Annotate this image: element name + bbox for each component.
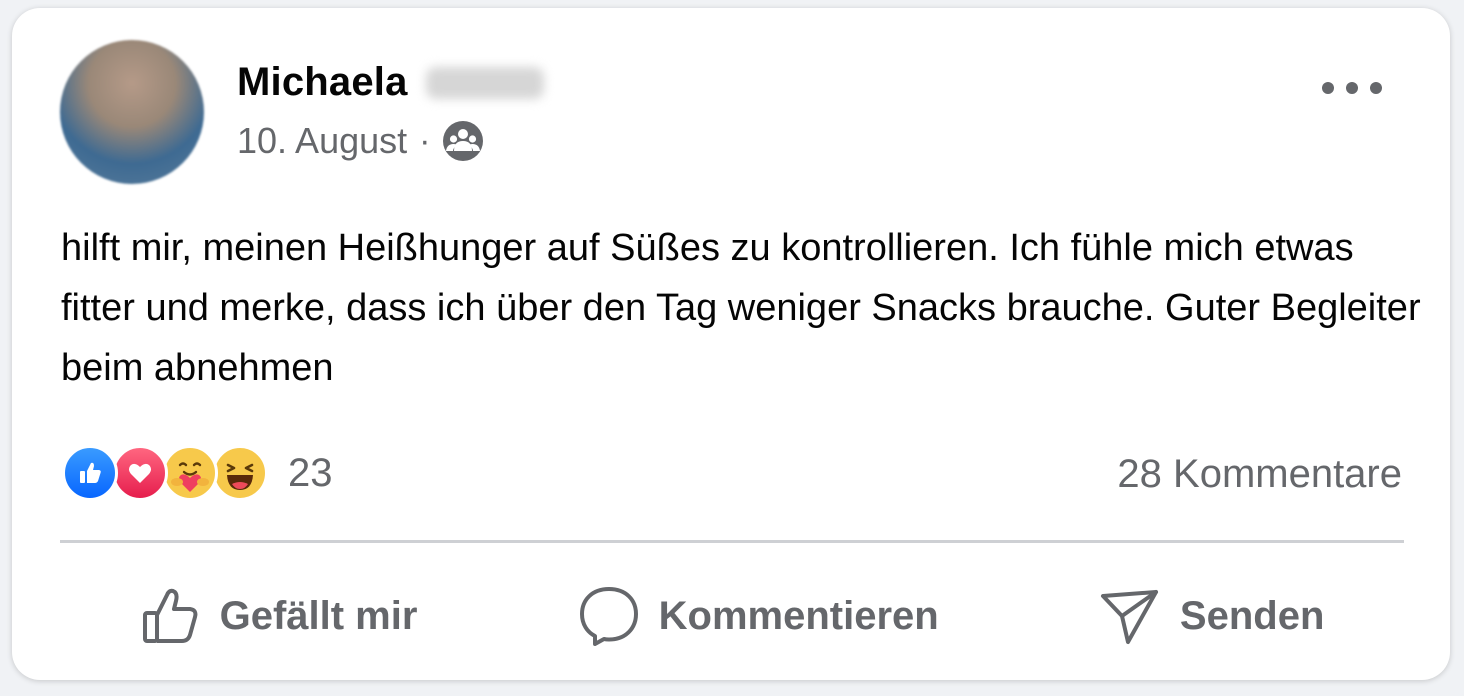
haha-reaction-icon bbox=[212, 445, 268, 501]
care-reaction-icon bbox=[162, 445, 218, 501]
more-dot bbox=[1346, 82, 1358, 94]
reaction-count[interactable]: 23 bbox=[288, 451, 333, 496]
like-button-label: Gefällt mir bbox=[219, 593, 418, 638]
post-meta: 10. August · bbox=[237, 120, 484, 162]
meta-separator: · bbox=[419, 121, 431, 160]
author-surname-blurred bbox=[425, 66, 544, 99]
comments-count[interactable]: 28 Kommentare bbox=[1117, 452, 1402, 497]
post-date[interactable]: 10. August bbox=[237, 120, 407, 162]
send-button-label: Senden bbox=[1179, 593, 1325, 638]
thumbs-up-icon bbox=[140, 585, 202, 647]
reaction-summary[interactable]: 23 bbox=[62, 445, 333, 501]
author-name[interactable]: Michaela bbox=[237, 60, 408, 105]
send-icon bbox=[1098, 584, 1162, 648]
action-bar: Gefällt mir Kommentieren Senden bbox=[60, 568, 1404, 664]
divider bbox=[60, 540, 1404, 543]
post-author: Michaela bbox=[237, 60, 544, 105]
like-reaction-icon bbox=[62, 445, 118, 501]
comment-button-label: Kommentieren bbox=[658, 593, 939, 638]
more-dot bbox=[1322, 82, 1334, 94]
comment-button[interactable]: Kommentieren bbox=[577, 584, 939, 648]
send-button[interactable]: Senden bbox=[1098, 584, 1324, 648]
avatar[interactable] bbox=[60, 40, 204, 184]
comment-bubble-icon bbox=[577, 584, 641, 648]
love-reaction-icon bbox=[112, 445, 168, 501]
post-card: Michaela 10. August · hilft mir, meinen … bbox=[12, 8, 1450, 680]
more-dot bbox=[1370, 82, 1382, 94]
post-text: hilft mir, meinen Heißhunger auf Süßes z… bbox=[61, 227, 1421, 389]
like-button[interactable]: Gefällt mir bbox=[140, 585, 418, 647]
friends-icon[interactable] bbox=[442, 120, 484, 162]
more-options-icon[interactable] bbox=[1322, 70, 1382, 106]
